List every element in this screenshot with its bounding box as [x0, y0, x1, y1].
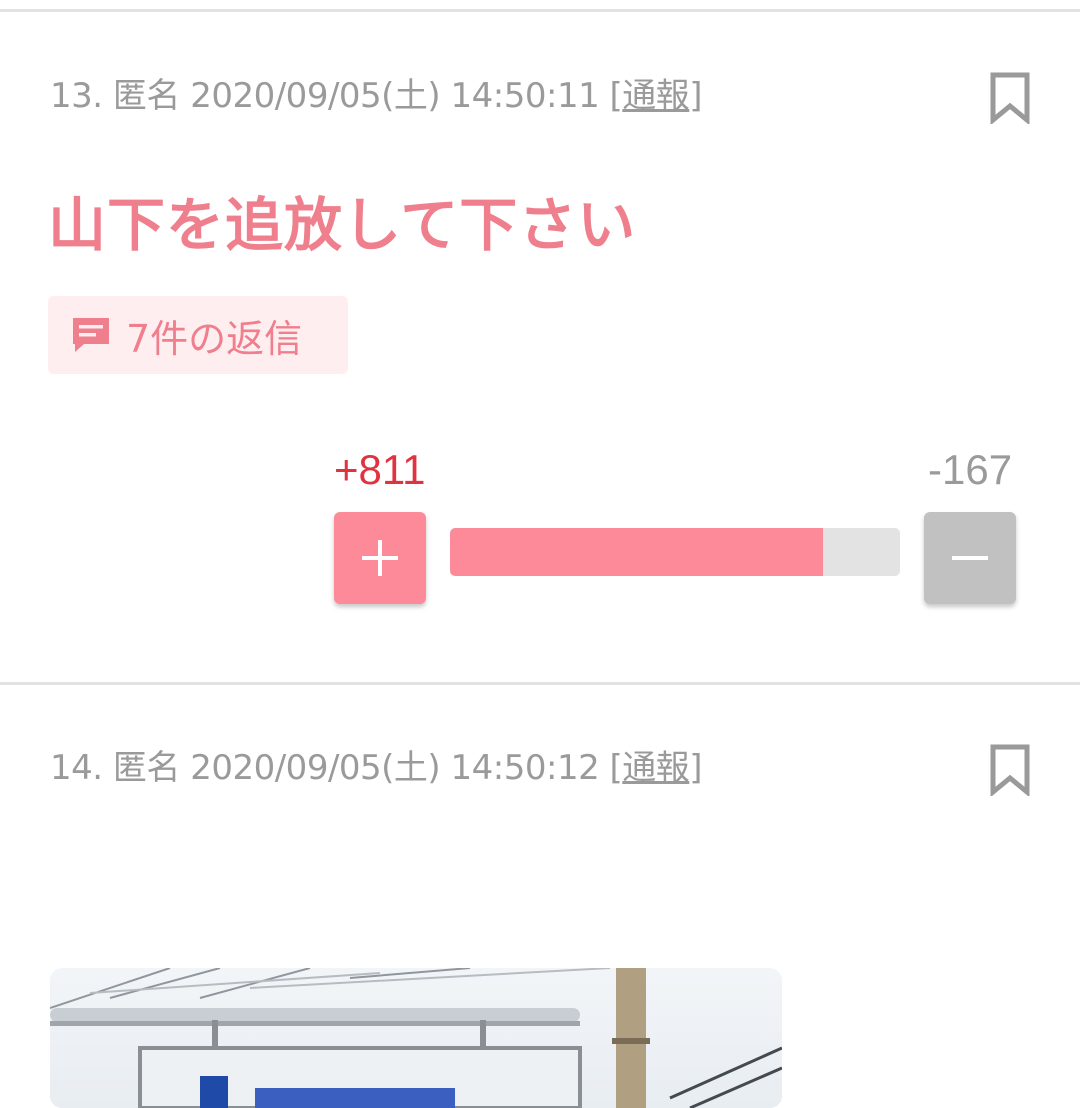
- post-datetime: 2020/09/05(土) 14:50:11: [190, 76, 600, 116]
- plus-count: +811: [334, 446, 426, 493]
- report-bracket-open: [: [609, 748, 623, 788]
- post-datetime: 2020/09/05(土) 14:50:12: [190, 748, 600, 788]
- post-meta: 13. 匿名 2020/09/05(土) 14:50:11 [通報]: [50, 68, 703, 117]
- post-author: 匿名: [112, 748, 181, 788]
- bookmark-icon[interactable]: [989, 744, 1031, 796]
- report-bracket-close: ]: [689, 748, 703, 788]
- post-number: 14.: [50, 748, 103, 788]
- replies-label: 7件の返信: [126, 316, 303, 361]
- report-bracket-close: ]: [689, 76, 703, 116]
- replies-button[interactable]: 7件の返信: [48, 296, 348, 374]
- report-label[interactable]: 通報: [622, 76, 690, 116]
- post-divider: [0, 682, 1080, 685]
- post-number: 13.: [50, 76, 103, 116]
- top-divider: [0, 9, 1080, 12]
- plus-icon: [362, 540, 398, 576]
- vote-ratio-fill: [450, 528, 824, 576]
- post-title: 山下を追放して下さい: [48, 191, 637, 259]
- report-bracket-open: [: [609, 76, 623, 116]
- post-meta: 14. 匿名 2020/09/05(土) 14:50:12 [通報]: [50, 740, 703, 789]
- post-author: 匿名: [112, 76, 181, 116]
- report-link[interactable]: [通報]: [610, 76, 703, 116]
- street-sign-photo: [50, 968, 782, 1108]
- report-link[interactable]: [通報]: [610, 748, 703, 788]
- plus-vote-button[interactable]: [334, 512, 426, 604]
- vote-ratio-bar: [450, 528, 900, 576]
- report-label[interactable]: 通報: [622, 748, 690, 788]
- bookmark-icon[interactable]: [989, 72, 1031, 124]
- post-image[interactable]: [50, 968, 782, 1108]
- minus-count: -167: [928, 446, 1013, 493]
- minus-vote-button[interactable]: [924, 512, 1016, 604]
- comment-icon: [73, 318, 109, 352]
- minus-icon: [952, 556, 988, 560]
